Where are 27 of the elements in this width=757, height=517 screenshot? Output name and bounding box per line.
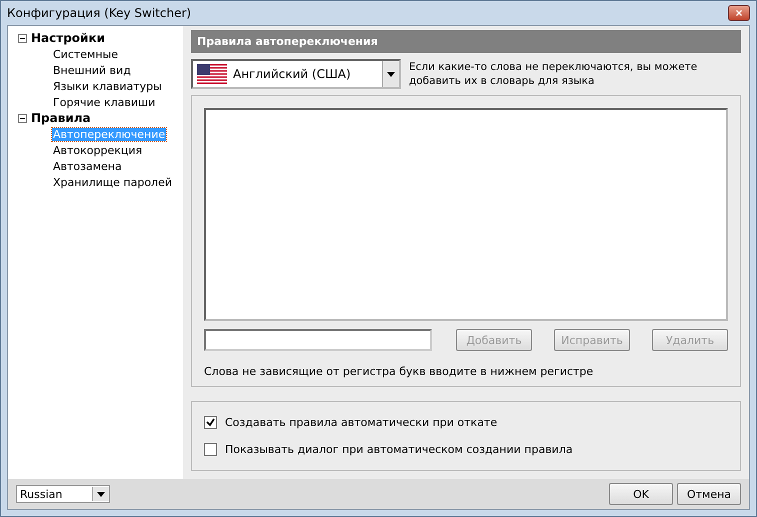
hint-text: Если какие-то слова не переключаются, вы можете добавить их в словарь для языка (409, 60, 698, 88)
tree-item[interactable]: Автокоррекция (52, 144, 144, 156)
window-title: Конфигурация (Key Switcher) (7, 6, 192, 20)
tree-item[interactable]: Системные (52, 48, 119, 60)
dropdown-arrow-icon (97, 492, 105, 496)
tree-item[interactable]: Автозамена (52, 160, 123, 172)
tree-item[interactable]: Хранилище паролей (52, 176, 173, 188)
tree-item[interactable]: Горячие клавиши (52, 96, 156, 108)
word-input[interactable] (204, 329, 432, 351)
flag-icon (197, 64, 227, 84)
checkbox[interactable] (204, 416, 217, 429)
checkbox[interactable] (204, 443, 217, 456)
note-text: Слова не зависящие от регистра букв вводите в нижнем регистре (204, 365, 594, 378)
tree-group-label[interactable]: Настройки (31, 31, 106, 45)
minus-icon[interactable] (18, 114, 27, 122)
dialog-button[interactable]: Отмена (677, 483, 741, 505)
language-select[interactable]: Английский (США) (191, 59, 401, 89)
dropdown-arrow-icon (387, 72, 395, 76)
tree-group-label[interactable]: Правила (31, 111, 91, 125)
minus-icon[interactable] (18, 34, 27, 42)
dialog-button[interactable]: OK (609, 483, 673, 505)
checkbox-label: Создавать правила автоматически при откате (225, 416, 498, 429)
tree-item[interactable]: Внешний вид (52, 64, 132, 76)
language-select[interactable]: Russian (16, 485, 110, 503)
checkbox-label: Показывать диалог при автоматическом создании правила (225, 443, 573, 456)
tree-item[interactable]: Языки клавиатуры (52, 80, 163, 92)
section-header: Правила автопереключения (191, 30, 741, 53)
